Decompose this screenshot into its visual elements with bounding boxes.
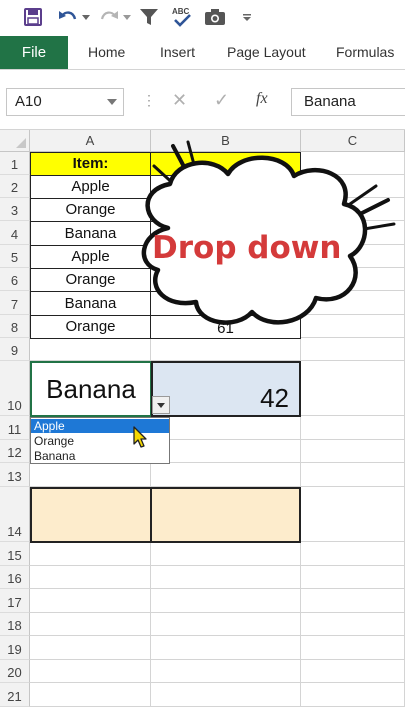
row-header-8[interactable]: 8 <box>0 315 30 338</box>
row-header-13[interactable]: 13 <box>0 463 30 487</box>
chevron-down-icon[interactable] <box>107 99 117 105</box>
insert-function-button[interactable]: fx <box>256 90 268 108</box>
cell-c19[interactable] <box>301 636 405 660</box>
cell-a18[interactable] <box>30 613 151 636</box>
cell-c11[interactable] <box>301 416 405 440</box>
formula-input[interactable]: Banana <box>291 88 405 116</box>
save-icon[interactable] <box>22 6 44 28</box>
cell-b16[interactable] <box>151 566 301 589</box>
cell-c10[interactable] <box>301 361 405 416</box>
filter-icon[interactable] <box>138 6 160 28</box>
row-header-9[interactable]: 9 <box>0 338 30 361</box>
cell-a15[interactable] <box>30 542 151 566</box>
ribbon-tabs: File Home Insert Page Layout Formulas <box>0 36 405 70</box>
cell-c14[interactable] <box>301 487 405 542</box>
enter-icon[interactable]: ✓ <box>214 90 229 111</box>
camera-icon[interactable] <box>204 6 226 28</box>
redo-icon[interactable] <box>98 6 120 28</box>
row-header-6[interactable]: 6 <box>0 268 30 291</box>
select-all-button[interactable] <box>0 130 30 152</box>
cell-a9[interactable] <box>30 338 151 361</box>
tab-formulas[interactable]: Formulas <box>336 36 394 69</box>
row-header-18[interactable]: 18 <box>0 613 30 636</box>
undo-icon[interactable] <box>57 6 79 28</box>
cancel-icon[interactable]: ✕ <box>172 90 187 111</box>
undo-dropdown-icon[interactable] <box>80 6 92 28</box>
cell-dropdown-button[interactable] <box>152 396 170 414</box>
name-box-value: A10 <box>15 93 42 110</box>
cell-c12[interactable] <box>301 440 405 463</box>
row-header-20[interactable]: 20 <box>0 660 30 683</box>
cell-a20[interactable] <box>30 660 151 683</box>
cell-c9[interactable] <box>301 338 405 361</box>
row-header-7[interactable]: 7 <box>0 291 30 315</box>
svg-text:ABC: ABC <box>172 7 190 16</box>
excel-window: { "toolbar": { "icons": ["save-icon", "u… <box>0 0 405 720</box>
customize-toolbar-icon[interactable] <box>240 6 254 28</box>
cell-c17[interactable] <box>301 589 405 613</box>
row-header-5[interactable]: 5 <box>0 245 30 268</box>
cell-a21[interactable] <box>30 683 151 707</box>
cell-b19[interactable] <box>151 636 301 660</box>
row-header-12[interactable]: 12 <box>0 440 30 463</box>
callout-text: Drop down <box>152 230 342 266</box>
row-header-15[interactable]: 15 <box>0 542 30 566</box>
validation-dropdown-list[interactable]: Apple Orange Banana <box>30 417 170 464</box>
row-header-1[interactable]: 1 <box>0 152 30 175</box>
cell-a19[interactable] <box>30 636 151 660</box>
cell-b15[interactable] <box>151 542 301 566</box>
lookup-input-cell[interactable]: Banana <box>30 361 152 417</box>
cell-b17[interactable] <box>151 589 301 613</box>
cell-c20[interactable] <box>301 660 405 683</box>
cell-a13[interactable] <box>30 463 151 487</box>
row-header-19[interactable]: 19 <box>0 636 30 660</box>
row-header-11[interactable]: 11 <box>0 416 30 440</box>
cell-b21[interactable] <box>151 683 301 707</box>
row-header-10[interactable]: 10 <box>0 361 30 416</box>
row-header-4[interactable]: 4 <box>0 221 30 245</box>
cell-b12[interactable] <box>151 440 301 463</box>
mouse-pointer-icon <box>133 426 147 448</box>
cell-c16[interactable] <box>301 566 405 589</box>
cell-b9[interactable] <box>151 338 301 361</box>
cell-b20[interactable] <box>151 660 301 683</box>
cell-b18[interactable] <box>151 613 301 636</box>
row-header-2[interactable]: 2 <box>0 175 30 198</box>
tab-insert[interactable]: Insert <box>160 36 195 69</box>
row-header-14[interactable]: 14 <box>0 487 30 542</box>
row-header-16[interactable]: 16 <box>0 566 30 589</box>
formula-bar: A10 ⋮ ✕ ✓ fx Banana <box>0 70 405 130</box>
cell-c15[interactable] <box>301 542 405 566</box>
spelling-icon[interactable]: ABC <box>170 6 194 28</box>
cell-c21[interactable] <box>301 683 405 707</box>
tab-page-layout[interactable]: Page Layout <box>227 36 306 69</box>
cell-c13[interactable] <box>301 463 405 487</box>
row-header-21[interactable]: 21 <box>0 683 30 707</box>
name-box[interactable]: A10 <box>6 88 124 116</box>
dropdown-option-banana[interactable]: Banana <box>31 449 169 463</box>
lookup-result-cell[interactable]: 42 <box>151 361 301 417</box>
quick-access-toolbar: ABC <box>0 0 405 36</box>
formula-bar-grip-icon: ⋮ <box>142 92 156 108</box>
cell-b11[interactable] <box>151 416 301 440</box>
tab-file[interactable]: File <box>0 36 68 69</box>
row-header-17[interactable]: 17 <box>0 589 30 613</box>
cell-c18[interactable] <box>301 613 405 636</box>
tab-home[interactable]: Home <box>88 36 125 69</box>
cell-a17[interactable] <box>30 589 151 613</box>
cell-a16[interactable] <box>30 566 151 589</box>
cell-a14[interactable] <box>30 487 152 543</box>
row-header-3[interactable]: 3 <box>0 198 30 221</box>
cell-b14[interactable] <box>150 487 301 543</box>
redo-dropdown-icon[interactable] <box>121 6 133 28</box>
cell-b13[interactable] <box>151 463 301 487</box>
